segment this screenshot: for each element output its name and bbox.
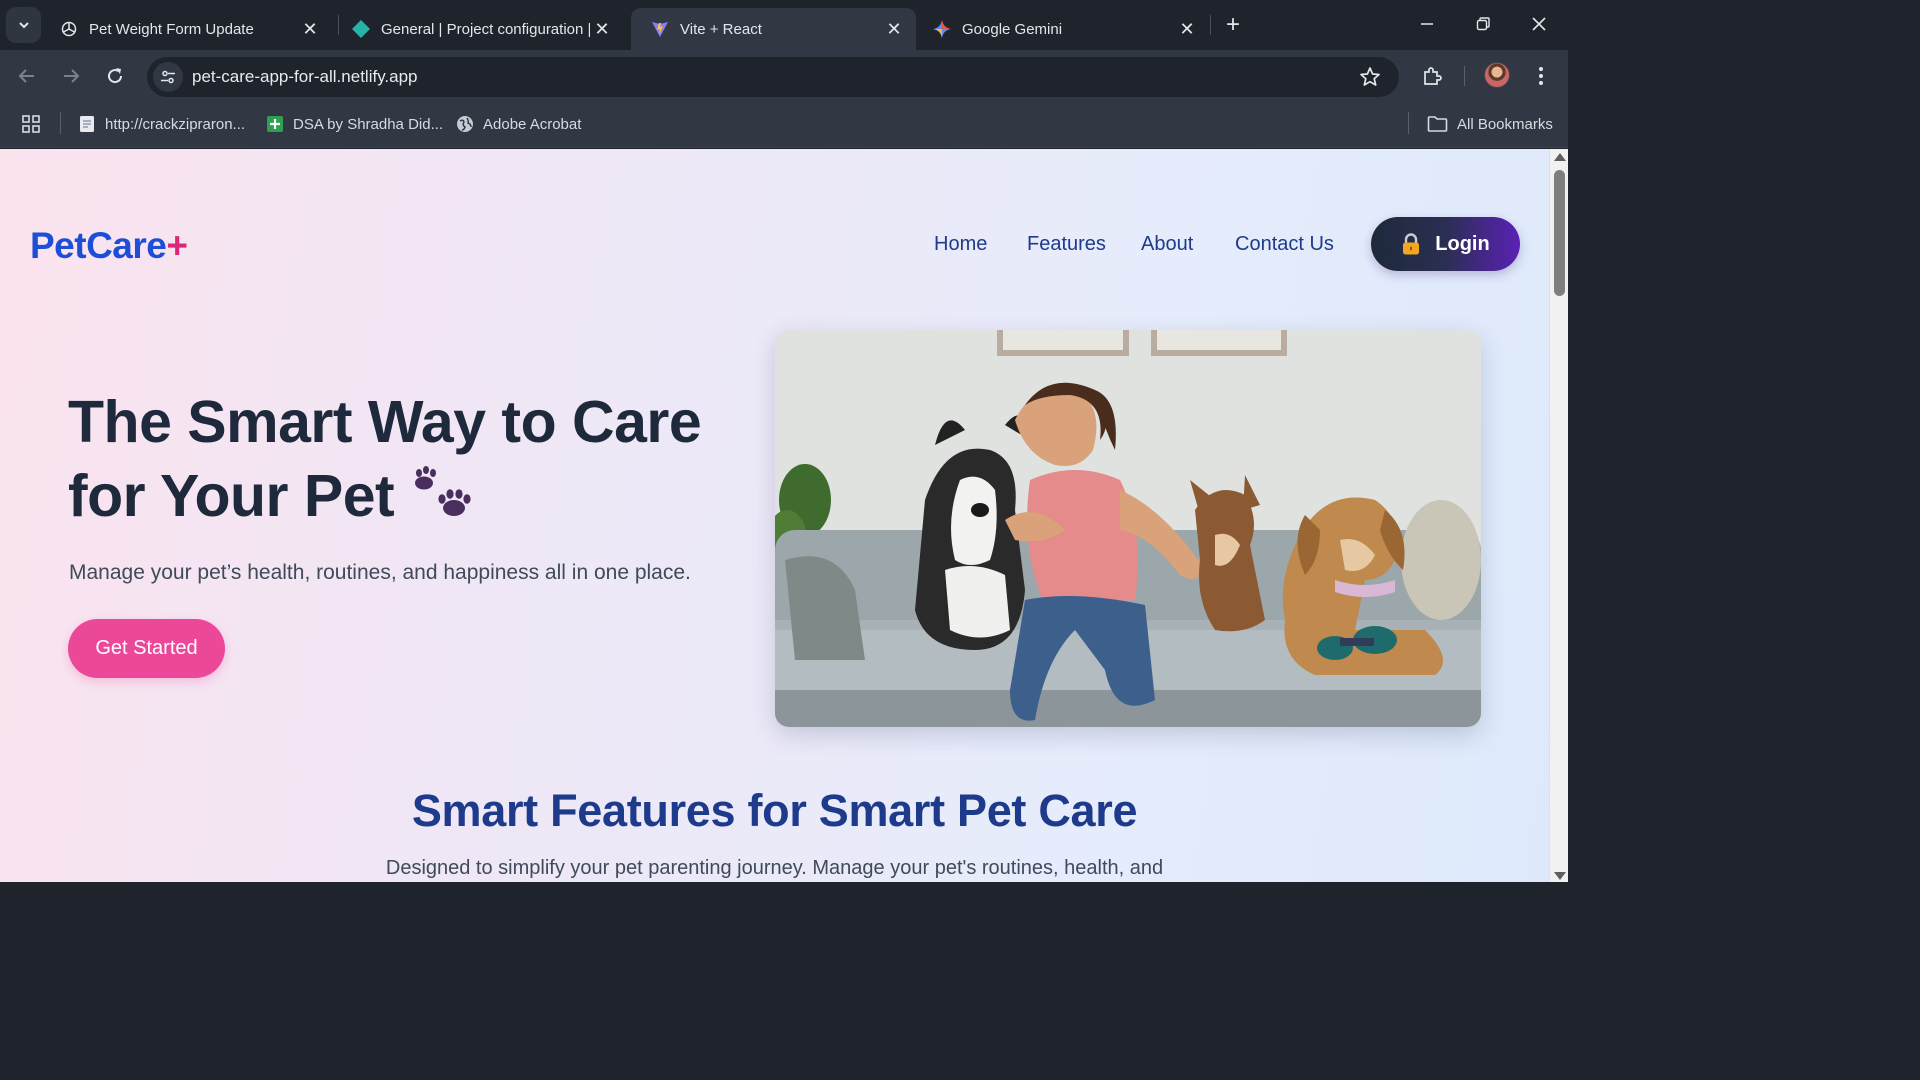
globe-icon: [456, 115, 474, 133]
new-tab-button[interactable]: +: [1219, 12, 1247, 40]
toolbar-divider: [1464, 66, 1465, 86]
page-scrollbar[interactable]: [1549, 149, 1568, 882]
hero-title: The Smart Way to Care for Your Pet: [68, 385, 768, 533]
tab-strip: Pet Weight Form Update ✕ General | Proje…: [0, 0, 1568, 50]
tab-pet-weight-form[interactable]: Pet Weight Form Update ✕: [40, 8, 332, 50]
bookmarks-divider: [60, 112, 61, 134]
extensions-button[interactable]: [1419, 63, 1445, 89]
nav-features[interactable]: Features: [1027, 233, 1106, 256]
browser-menu-button[interactable]: [1528, 63, 1554, 89]
restore-icon: [1476, 17, 1490, 31]
netlify-diamond-icon: [352, 20, 370, 38]
nav-home[interactable]: Home: [934, 233, 987, 256]
scrollbar-thumb[interactable]: [1554, 170, 1565, 296]
tab-title: Pet Weight Form Update: [89, 20, 254, 38]
arrow-left-icon: [18, 69, 34, 83]
bookmark-label: Adobe Acrobat: [483, 115, 582, 133]
hero-title-text: The Smart Way to Care for Your Pet: [68, 389, 702, 529]
tab-project-configuration[interactable]: General | Project configuration | ✕: [332, 8, 624, 50]
bookmark-crackzip[interactable]: http://crackzipraron...: [78, 112, 245, 136]
login-label: Login: [1435, 232, 1490, 255]
forward-button[interactable]: [57, 62, 85, 90]
scroll-up-arrow-icon[interactable]: [1554, 153, 1566, 161]
tab-search-button[interactable]: [6, 7, 41, 43]
features-subtitle: Designed to simplify your pet parenting …: [385, 857, 1164, 879]
reload-icon: [108, 68, 123, 84]
bookmark-star-icon[interactable]: [1359, 66, 1381, 88]
gemini-sparkle-icon: [933, 20, 951, 38]
bookmark-label: DSA by Shradha Did...: [293, 115, 444, 133]
features-title: Smart Features for Smart Pet Care: [411, 785, 1138, 836]
nav-contact-us[interactable]: Contact Us: [1235, 233, 1334, 256]
minimize-icon: [1421, 23, 1433, 25]
chevron-down-icon: [18, 22, 29, 29]
puzzle-icon: [1424, 67, 1442, 85]
hero-subtitle: Manage your pet’s health, routines, and …: [69, 561, 691, 584]
hero-image: [775, 330, 1481, 727]
lock-icon: [1403, 233, 1420, 255]
restore-button[interactable]: [1465, 8, 1501, 40]
apps-grid-icon: [22, 115, 40, 133]
close-icon[interactable]: ✕: [882, 17, 906, 41]
bookmark-adobe-acrobat[interactable]: Adobe Acrobat: [456, 112, 581, 136]
tab-title: General | Project configuration |: [381, 20, 590, 38]
tab-title: Vite + React: [680, 20, 762, 38]
nav-about[interactable]: About: [1141, 233, 1193, 256]
page-viewport: PetCare+ Home Features About Contact Us …: [0, 149, 1549, 882]
close-icon: [1532, 17, 1546, 31]
site-info-button[interactable]: [153, 62, 183, 92]
apps-button[interactable]: [22, 112, 40, 136]
site-logo[interactable]: PetCare+: [30, 225, 188, 267]
paw-prints-icon: [415, 466, 471, 516]
bookmarks-divider: [1408, 112, 1409, 134]
tab-google-gemini[interactable]: Google Gemini ✕: [913, 8, 1209, 50]
address-bar[interactable]: pet-care-app-for-all.netlify.app: [147, 57, 1399, 97]
minimize-button[interactable]: [1409, 8, 1445, 40]
browser-toolbar: pet-care-app-for-all.netlify.app: [0, 50, 1568, 100]
close-icon[interactable]: ✕: [1175, 17, 1199, 41]
folder-icon: [1427, 115, 1448, 133]
tune-icon: [161, 70, 175, 84]
back-button[interactable]: [13, 62, 41, 90]
arrow-right-icon: [64, 69, 80, 83]
login-button[interactable]: Login: [1371, 217, 1520, 271]
bookmark-label: http://crackzipraron...: [105, 115, 246, 133]
vite-icon: [651, 20, 669, 38]
all-bookmarks-label: All Bookmarks: [1457, 115, 1553, 133]
tab-vite-react[interactable]: Vite + React ✕: [631, 8, 916, 50]
bookmark-dsa-shradha[interactable]: DSA by Shradha Did...: [266, 112, 443, 136]
all-bookmarks-button[interactable]: All Bookmarks: [1427, 112, 1553, 136]
tab-divider: [1210, 15, 1211, 35]
profile-avatar[interactable]: [1484, 62, 1510, 88]
scroll-down-arrow-icon[interactable]: [1554, 872, 1566, 880]
sheets-plus-icon: [266, 115, 284, 133]
woman-with-dogs-photo: [775, 330, 1481, 727]
url-text[interactable]: pet-care-app-for-all.netlify.app: [192, 67, 418, 87]
get-started-button[interactable]: Get Started: [68, 619, 225, 678]
openai-icon: [60, 20, 78, 38]
close-icon[interactable]: ✕: [590, 17, 614, 41]
close-icon[interactable]: ✕: [298, 17, 322, 41]
bookmarks-bar: http://crackzipraron... DSA by Shradha D…: [0, 100, 1568, 148]
close-window-button[interactable]: [1521, 8, 1557, 40]
logo-plus: +: [166, 225, 188, 266]
logo-text: PetCare: [30, 225, 167, 266]
reload-button[interactable]: [101, 62, 129, 90]
tab-title: Google Gemini: [962, 20, 1063, 38]
more-vertical-icon: [1539, 67, 1543, 85]
page-icon: [78, 115, 96, 133]
